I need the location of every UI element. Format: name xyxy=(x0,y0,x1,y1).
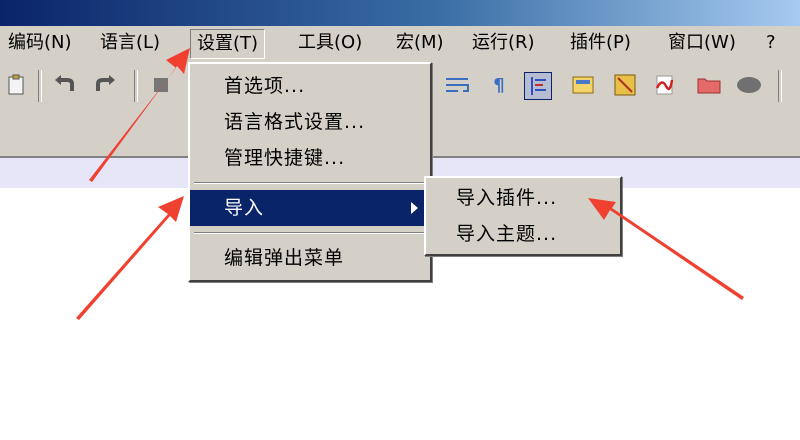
submenu-arrow-icon xyxy=(411,202,418,214)
import-submenu: 导入插件... 导入主题... xyxy=(424,176,622,256)
indent-guide-icon[interactable] xyxy=(524,72,552,100)
menu-encoding[interactable]: 编码(N) xyxy=(2,29,78,57)
toolbar-separator xyxy=(778,70,782,102)
annotation-arrow-import xyxy=(76,196,184,320)
toolbar-separator xyxy=(38,70,42,102)
menu-window[interactable]: 窗口(W) xyxy=(662,29,742,57)
menu-plugins[interactable]: 插件(P) xyxy=(564,29,637,57)
menu-separator xyxy=(194,182,426,184)
folder-workspace-icon[interactable] xyxy=(652,72,678,98)
menu-item-import[interactable]: 导入 xyxy=(190,190,430,226)
redo-icon[interactable] xyxy=(92,72,118,98)
menu-tools[interactable]: 工具(O) xyxy=(292,29,368,57)
pilcrow-icon[interactable]: ¶ xyxy=(486,72,512,98)
menu-language[interactable]: 语言(L) xyxy=(94,29,166,57)
menu-item-style-configurator[interactable]: 语言格式设置... xyxy=(190,104,430,140)
record-macro-icon[interactable] xyxy=(736,72,762,98)
menu-item-import-plugin[interactable]: 导入插件... xyxy=(426,180,620,216)
wrap-icon[interactable] xyxy=(444,72,470,98)
menu-item-shortcut-mapper[interactable]: 管理快捷键... xyxy=(190,140,430,176)
menu-item-edit-popup-menu[interactable]: 编辑弹出菜单 xyxy=(190,240,430,276)
menu-settings[interactable]: 设置(T) xyxy=(190,29,266,59)
menu-bar: 编码(N) 语言(L) 设置(T) 工具(O) 宏(M) 运行(R) 插件(P)… xyxy=(0,26,800,62)
undo-icon[interactable] xyxy=(52,72,78,98)
paste-icon[interactable] xyxy=(4,72,30,98)
menu-item-preferences[interactable]: 首选项... xyxy=(190,68,430,104)
settings-menu: 首选项... 语言格式设置... 管理快捷键... 导入 编辑弹出菜单 xyxy=(188,62,432,282)
menu-separator xyxy=(194,232,426,234)
menu-macro[interactable]: 宏(M) xyxy=(390,29,450,57)
toolbar-icon-partial[interactable] xyxy=(148,72,174,98)
title-bar xyxy=(0,0,800,26)
menu-item-import-label: 导入 xyxy=(224,197,265,219)
doc-map-icon[interactable] xyxy=(570,72,596,98)
menu-run[interactable]: 运行(R) xyxy=(466,29,541,57)
menu-help[interactable]: ? xyxy=(760,29,782,57)
function-list-icon[interactable] xyxy=(612,72,638,98)
folder-icon[interactable] xyxy=(696,72,722,98)
menu-item-import-theme[interactable]: 导入主题... xyxy=(426,216,620,252)
toolbar-separator xyxy=(134,70,138,102)
